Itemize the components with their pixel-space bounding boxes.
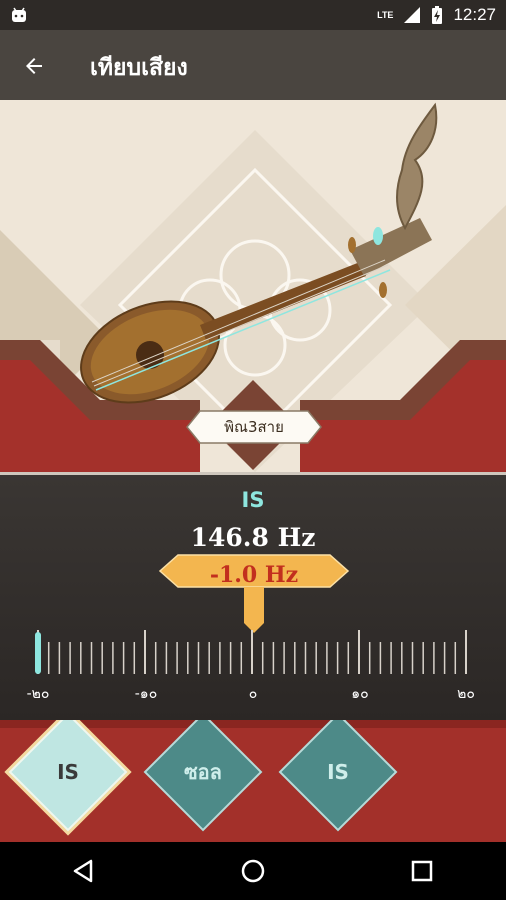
triangle-back-icon — [74, 859, 93, 883]
detected-frequency: 146.8 Hz — [190, 523, 316, 552]
android-notification-icon — [12, 7, 26, 22]
back-button[interactable] — [18, 50, 50, 82]
clock: 12:27 — [453, 5, 496, 24]
status-indicators: LTE 12:27 — [377, 4, 496, 26]
nav-back-button[interactable] — [54, 842, 114, 900]
string-button-1[interactable]: IS — [8, 720, 128, 832]
frequency-offset: -1.0 Hz — [209, 562, 299, 588]
network-type: LTE — [377, 10, 394, 20]
arrow-back-icon — [26, 58, 42, 74]
scale-label: ๐ — [248, 686, 258, 702]
nav-recents-button[interactable] — [392, 842, 452, 900]
scale-label: -๑๐ — [134, 686, 158, 702]
string-label: IS — [57, 760, 79, 784]
page-title: เทียบเสียง — [90, 55, 188, 81]
scale-label: ๒๐ — [457, 686, 475, 702]
status-bar: LTE 12:27 — [0, 0, 506, 30]
scale-label: -๒๐ — [26, 686, 50, 702]
string-label: ซอล — [184, 760, 222, 784]
string-label: IS — [327, 760, 349, 784]
navigation-bar — [0, 842, 506, 900]
string-button-3[interactable]: IS — [278, 720, 398, 832]
instrument-label: พิณ3สาย — [186, 410, 322, 444]
string-selector: IS ซอล IS — [0, 720, 506, 842]
battery-icon — [432, 6, 443, 24]
tuner-panel: IS 146.8 Hz -1.0 Hz -๒๐ -๑๐ ๐ ๑๐ ๒๐ — [0, 472, 506, 720]
scale-range-marker — [35, 632, 41, 674]
string-button-2[interactable]: ซอล — [143, 720, 263, 832]
nav-home-button[interactable] — [223, 842, 283, 900]
app-bar: เทียบเสียง — [0, 30, 506, 100]
instrument-name: พิณ3สาย — [224, 418, 284, 436]
circle-home-icon — [241, 859, 265, 883]
detected-note: IS — [241, 488, 265, 512]
square-recents-icon — [411, 860, 432, 882]
scale-label: ๑๐ — [351, 686, 369, 702]
signal-icon — [404, 7, 421, 23]
